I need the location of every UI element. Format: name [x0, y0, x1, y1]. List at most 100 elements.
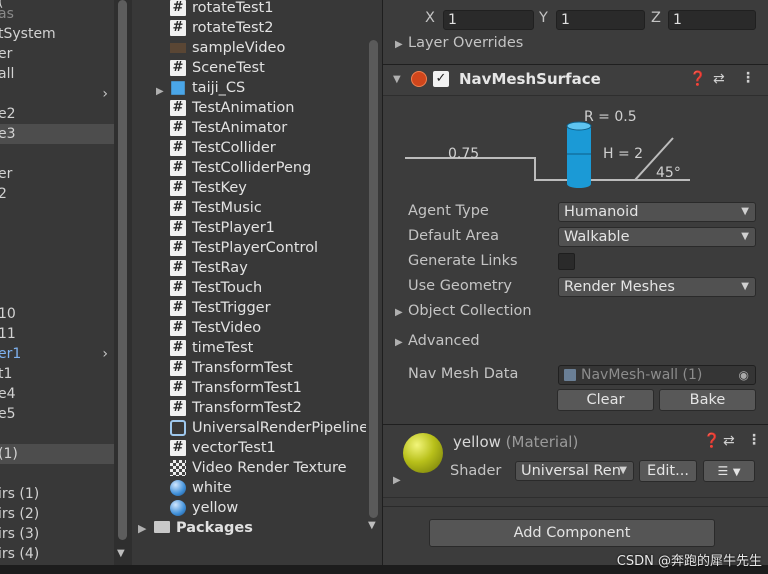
- project-asset-item[interactable]: yellow: [132, 498, 382, 518]
- scroll-down-icon[interactable]: ▼: [117, 548, 125, 559]
- edit-shader-button[interactable]: Edit...: [639, 460, 697, 482]
- help-icon[interactable]: ❓: [703, 433, 720, 449]
- expand-arrow-icon[interactable]: ▶: [395, 39, 403, 50]
- navmesh-surface-header[interactable]: ▼ ✓ NavMeshSurface ❓ ⇄ ⋮: [383, 64, 768, 96]
- scale-z-field[interactable]: 1: [668, 10, 756, 30]
- project-scrollbar[interactable]: ▼: [366, 0, 382, 574]
- inspector-panel: X 1 Y 1 Z 1 ▶ Layer Overrides ▼ ✓ NavMes…: [383, 0, 768, 574]
- hierarchy-item[interactable]: e5: [0, 404, 16, 424]
- hierarchy-scrollbar[interactable]: ▼: [114, 0, 132, 574]
- csharp-script-icon: #: [170, 0, 186, 16]
- collapse-arrow-icon[interactable]: ▼: [393, 74, 401, 85]
- hierarchy-item[interactable]: irs (2): [0, 504, 39, 524]
- hierarchy-item[interactable]: irs (3): [0, 524, 39, 544]
- project-asset-item[interactable]: # TestVideo: [132, 318, 382, 338]
- project-asset-item[interactable]: # TestAnimator: [132, 118, 382, 138]
- project-asset-item[interactable]: # TransformTest: [132, 358, 382, 378]
- use-geometry-dropdown[interactable]: Render Meshes ▼: [558, 277, 756, 297]
- preset-icon[interactable]: ⇄: [723, 433, 735, 449]
- hierarchy-item[interactable]: 2: [0, 184, 7, 204]
- hierarchy-item[interactable]: 10: [0, 304, 16, 324]
- project-asset-item[interactable]: sampleVideo: [132, 38, 382, 58]
- generate-links-label: Generate Links: [408, 253, 518, 269]
- material-icon: [170, 480, 186, 496]
- hierarchy-item[interactable]: e4: [0, 384, 16, 404]
- project-asset-item[interactable]: # TestKey: [132, 178, 382, 198]
- kebab-menu-icon[interactable]: ⋮: [741, 70, 755, 86]
- expand-arrow-icon[interactable]: ▶: [138, 519, 146, 539]
- project-asset-item[interactable]: # timeTest: [132, 338, 382, 358]
- layer-overrides-foldout[interactable]: Layer Overrides: [408, 35, 523, 51]
- add-component-button[interactable]: Add Component: [429, 519, 715, 547]
- dropdown-arrow-icon: ▼: [732, 467, 741, 478]
- bake-button[interactable]: Bake: [659, 389, 756, 411]
- material-section: ▶ yellow (Material) ❓ ⇄ ⋮ Shader Univers…: [383, 424, 768, 498]
- project-asset-item[interactable]: # TestTouch: [132, 278, 382, 298]
- project-asset-item[interactable]: # TestPlayer1: [132, 218, 382, 238]
- default-area-dropdown[interactable]: Walkable ▼: [558, 227, 756, 247]
- kebab-menu-icon[interactable]: ⋮: [747, 432, 761, 448]
- project-asset-item[interactable]: # TestCollider: [132, 138, 382, 158]
- component-enabled-checkbox[interactable]: ✓: [433, 71, 449, 87]
- project-asset-item[interactable]: # rotateTest2: [132, 18, 382, 38]
- project-asset-item[interactable]: # TestPlayerControl: [132, 238, 382, 258]
- scroll-down-icon[interactable]: ▼: [368, 520, 376, 531]
- project-asset-item[interactable]: # TestColliderPeng: [132, 158, 382, 178]
- hierarchy-item[interactable]: e2: [0, 104, 16, 124]
- hierarchy-scrollbar-thumb[interactable]: [118, 0, 127, 540]
- project-asset-item[interactable]: # TestAnimation: [132, 98, 382, 118]
- hierarchy-item[interactable]: 11: [0, 324, 16, 344]
- hierarchy-item[interactable]: e3: [0, 124, 16, 144]
- project-asset-item[interactable]: white: [132, 478, 382, 498]
- hierarchy-item[interactable]: irs (4): [0, 544, 39, 564]
- project-asset-item[interactable]: # TestTrigger: [132, 298, 382, 318]
- asset-label: white: [192, 480, 232, 496]
- material-title: yellow (Material): [453, 433, 578, 451]
- expand-arrow-icon[interactable]: ▶: [395, 307, 403, 318]
- scale-x-field[interactable]: 1: [443, 10, 534, 30]
- hierarchy-item[interactable]: er: [0, 44, 12, 64]
- expand-arrow-icon[interactable]: ▶: [393, 475, 401, 486]
- hierarchy-item[interactable]: er: [0, 164, 12, 184]
- project-asset-item[interactable]: Video Render Texture: [132, 458, 382, 478]
- chevron-right-icon[interactable]: ›: [102, 346, 108, 362]
- hierarchy-item[interactable]: as: [0, 4, 14, 24]
- project-scrollbar-thumb[interactable]: [369, 40, 378, 518]
- hierarchy-item[interactable]: all: [0, 64, 14, 84]
- clear-button[interactable]: Clear: [557, 389, 654, 411]
- generate-links-checkbox[interactable]: [558, 253, 575, 270]
- object-picker-icon[interactable]: ◉: [739, 366, 749, 384]
- shader-options-button[interactable]: ☰ ▼: [703, 460, 755, 482]
- hierarchy-item[interactable]: t1: [0, 364, 12, 384]
- project-asset-item[interactable]: # TransformTest1: [132, 378, 382, 398]
- project-asset-item[interactable]: # SceneTest: [132, 58, 382, 78]
- project-asset-item[interactable]: # rotateTest1: [132, 0, 382, 18]
- asset-label: Video Render Texture: [192, 460, 347, 476]
- hierarchy-item[interactable]: er1: [0, 344, 21, 364]
- hierarchy-item[interactable]: tSystem: [0, 24, 56, 44]
- expand-arrow-icon[interactable]: ▶: [395, 337, 403, 348]
- packages-label: Packages: [176, 520, 253, 536]
- agent-type-dropdown[interactable]: Humanoid ▼: [558, 202, 756, 222]
- component-title: NavMeshSurface: [459, 70, 601, 88]
- scale-y-field[interactable]: 1: [556, 10, 645, 30]
- project-asset-item[interactable]: # TransformTest2: [132, 398, 382, 418]
- hierarchy-item[interactable]: irs (1): [0, 484, 39, 504]
- csharp-script-icon: #: [170, 120, 186, 136]
- hierarchy-item[interactable]: (1): [0, 444, 18, 464]
- project-asset-item[interactable]: ▶ taiji_CS: [132, 78, 382, 98]
- project-asset-item[interactable]: UniversalRenderPipeline: [132, 418, 382, 438]
- nav-mesh-data-field[interactable]: NavMesh-wall (1) ◉: [558, 365, 756, 385]
- preset-icon[interactable]: ⇄: [713, 71, 725, 87]
- help-icon[interactable]: ❓: [689, 71, 706, 87]
- object-collection-foldout[interactable]: Object Collection: [408, 303, 532, 319]
- shader-dropdown[interactable]: Universal Ren ▼: [515, 461, 634, 481]
- chevron-right-icon[interactable]: ›: [102, 86, 108, 102]
- advanced-foldout[interactable]: Advanced: [408, 333, 480, 349]
- asset-label: TransformTest1: [192, 380, 302, 396]
- project-asset-item[interactable]: # TestRay: [132, 258, 382, 278]
- asset-label: UniversalRenderPipeline: [192, 420, 369, 436]
- csharp-script-icon: #: [170, 360, 186, 376]
- project-asset-item[interactable]: # TestMusic: [132, 198, 382, 218]
- project-asset-item[interactable]: # vectorTest1: [132, 438, 382, 458]
